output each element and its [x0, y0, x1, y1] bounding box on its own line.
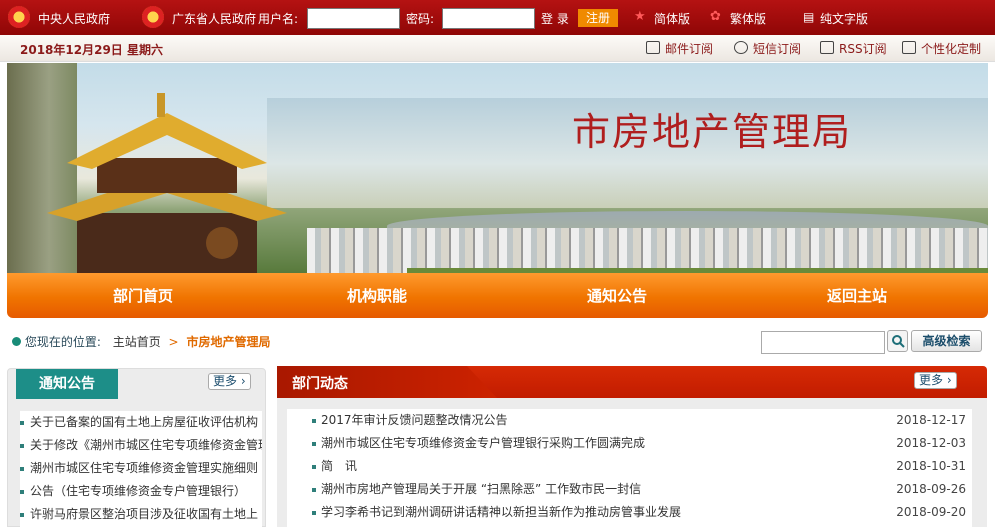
nav-org-functions[interactable]: 机构职能: [307, 285, 447, 306]
more-label: 更多: [213, 374, 238, 388]
news-title: 部门动态: [292, 376, 348, 392]
notices-title: 通知公告: [16, 369, 118, 399]
search-input[interactable]: [761, 331, 885, 354]
notices-list: 关于已备案的国有土地上房屋征收评估机构 关于修改《潮州市城区住宅专项维修资金管理…: [20, 411, 262, 528]
news-item[interactable]: 潮州市城区住宅专项维修资金专户管理银行采购工作圆满完成 2018-12-03: [287, 432, 972, 455]
simplified-chinese-link[interactable]: 简体版: [654, 10, 690, 27]
chevron-right-icon: ›: [946, 373, 952, 387]
customize-link[interactable]: 个性化定制: [921, 40, 981, 57]
news-item-date: 2018-12-17: [896, 413, 966, 427]
notices-panel: 通知公告 更多 › 关于已备案的国有土地上房屋征收评估机构 关于修改《潮州市城区…: [7, 368, 266, 528]
star-icon: ✿: [710, 9, 721, 24]
news-item-date: 2018-12-03: [896, 436, 966, 450]
search-icon: [892, 335, 905, 348]
search-button[interactable]: [887, 330, 908, 352]
mail-icon: [646, 41, 660, 54]
username-input[interactable]: [307, 8, 400, 29]
breadcrumb-separator: >: [168, 334, 179, 349]
current-date: 2018年12月29日 星期六: [20, 43, 163, 57]
sms-subscribe-link[interactable]: 短信订阅: [753, 40, 801, 57]
star-icon: ★: [634, 9, 646, 24]
nav-dept-home[interactable]: 部门首页: [73, 285, 213, 306]
password-input[interactable]: [442, 8, 535, 29]
list-item[interactable]: 关于已备案的国有土地上房屋征收评估机构: [20, 411, 262, 434]
news-more-button[interactable]: 更多 ›: [914, 372, 957, 389]
news-item-title[interactable]: 学习李希书记到潮州调研讲话精神以新担当新作为推动房管事业发展: [321, 505, 681, 519]
register-button[interactable]: 注册: [578, 9, 618, 27]
list-item[interactable]: 公告（住宅专项维修资金专户管理银行）: [20, 480, 262, 503]
rss-subscribe-link[interactable]: RSS订阅: [839, 40, 887, 57]
breadcrumb: 您现在的位置: 主站首页 > 市房地产管理局: [12, 333, 270, 353]
news-item[interactable]: 潮州市房地产管理局关于开展 “扫黑除恶” 工作致市民一封信 2018-09-26: [287, 478, 972, 501]
chat-icon: [734, 41, 748, 54]
news-panel: 部门动态 更多 › 2017年审计反馈问题整改情况公告 2018-12-17 潮州…: [277, 366, 987, 527]
national-emblem-icon: [8, 6, 30, 28]
breadcrumb-current: 市房地产管理局: [186, 335, 271, 349]
more-label: 更多: [919, 373, 944, 387]
news-item[interactable]: 简 讯 2018-10-31: [287, 455, 972, 478]
text-only-link[interactable]: 纯文字版: [820, 10, 868, 27]
settings-icon: [902, 41, 916, 54]
location-dot-icon: [12, 337, 21, 346]
document-icon: ▤: [803, 10, 815, 24]
news-item-date: 2018-10-31: [896, 459, 966, 473]
email-subscribe-link[interactable]: 邮件订阅: [665, 40, 713, 57]
advanced-search-button[interactable]: 高级检索: [911, 330, 982, 352]
top-bar: 中央人民政府 广东省人民政府 用户名: 密码: 登 录 注册 ★ 简体版 ✿ 繁…: [0, 0, 995, 35]
news-item-title[interactable]: 2017年审计反馈问题整改情况公告: [321, 413, 508, 427]
notices-more-button[interactable]: 更多 ›: [208, 373, 251, 390]
traditional-chinese-link[interactable]: 繁体版: [730, 10, 766, 27]
news-list: 2017年审计反馈问题整改情况公告 2018-12-17 潮州市城区住宅专项维修资…: [287, 409, 972, 527]
news-item-title[interactable]: 潮州市房地产管理局关于开展 “扫黑除恶” 工作致市民一封信: [321, 482, 641, 496]
news-item-date: 2018-09-26: [896, 482, 966, 496]
page-title: 市房地产管理局: [572, 110, 853, 154]
breadcrumb-home[interactable]: 主站首页: [113, 335, 161, 349]
nav-notices[interactable]: 通知公告: [547, 285, 687, 306]
news-item-title[interactable]: 简 讯: [321, 459, 357, 473]
banner: 市房地产管理局: [7, 63, 988, 273]
news-item-title[interactable]: 潮州市城区住宅专项维修资金专户管理银行采购工作圆满完成: [321, 436, 645, 450]
password-label: 密码:: [406, 12, 435, 26]
list-item[interactable]: 潮州市城区住宅专项维修资金管理实施细则: [20, 457, 262, 480]
news-item-date: 2018-09-20: [896, 505, 966, 519]
province-gov-link[interactable]: 广东省人民政府: [172, 10, 256, 27]
news-item[interactable]: 2017年审计反馈问题整改情况公告 2018-12-17: [287, 409, 972, 432]
breadcrumb-label: 您现在的位置:: [24, 335, 101, 349]
pavilion-illustration: [47, 93, 287, 273]
national-emblem-icon: [142, 6, 164, 28]
central-gov-link[interactable]: 中央人民政府: [38, 10, 110, 27]
list-item[interactable]: 关于修改《潮州市城区住宅专项维修资金管理: [20, 434, 262, 457]
username-label: 用户名:: [258, 12, 299, 26]
date-bar: 2018年12月29日 星期六 邮件订阅 短信订阅 RSS订阅 个性化定制: [0, 35, 995, 62]
news-item[interactable]: 学习李希书记到潮州调研讲话精神以新担当新作为推动房管事业发展 2018-09-20: [287, 501, 972, 524]
nav-back-main[interactable]: 返回主站: [787, 285, 927, 306]
chevron-right-icon: ›: [240, 374, 246, 388]
login-button[interactable]: 登 录: [541, 10, 569, 27]
banner-city: [307, 228, 988, 273]
list-item[interactable]: 许驸马府景区整治项目涉及征收国有土地上: [20, 503, 262, 526]
rss-icon: [820, 41, 834, 54]
main-nav: 部门首页 机构职能 通知公告 返回主站: [7, 273, 988, 318]
news-header: 部门动态 更多 ›: [277, 366, 987, 398]
